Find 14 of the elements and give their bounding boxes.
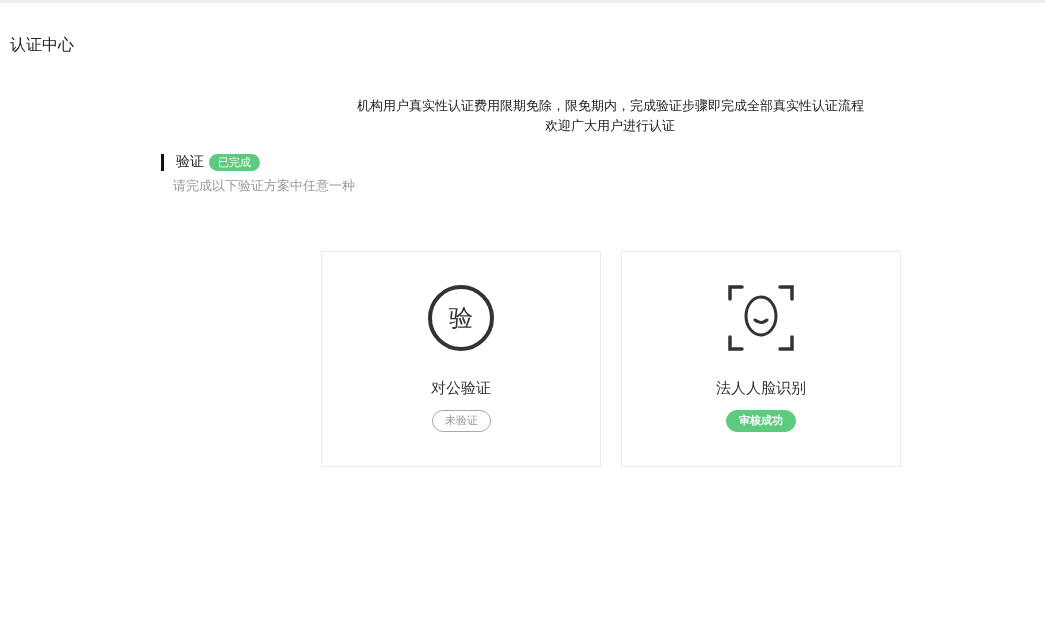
status-badge: 已完成: [209, 153, 260, 171]
method-card[interactable]: 法人人脸识别 审核成功: [621, 251, 901, 467]
section-title: 验证: [176, 153, 204, 171]
page-title: 认证中心: [9, 34, 75, 55]
section-marker: [161, 153, 164, 171]
notice-text: 欢迎广大用户进行认证: [545, 117, 675, 135]
method-name: 法人人脸识别: [716, 379, 806, 398]
seal-icon: 验: [428, 285, 494, 351]
notice-text: 机构用户真实性认证费用限期免除，限免期内，完成验证步骤即完成全部真实性认证流程: [356, 97, 864, 115]
status-badge: 未验证: [431, 410, 491, 432]
face-scan-icon: [728, 285, 794, 351]
method-name: 对公验证: [431, 379, 491, 398]
status-badge: 审核成功: [726, 410, 796, 432]
method-card[interactable]: 验 对公验证 未验证: [321, 251, 601, 467]
